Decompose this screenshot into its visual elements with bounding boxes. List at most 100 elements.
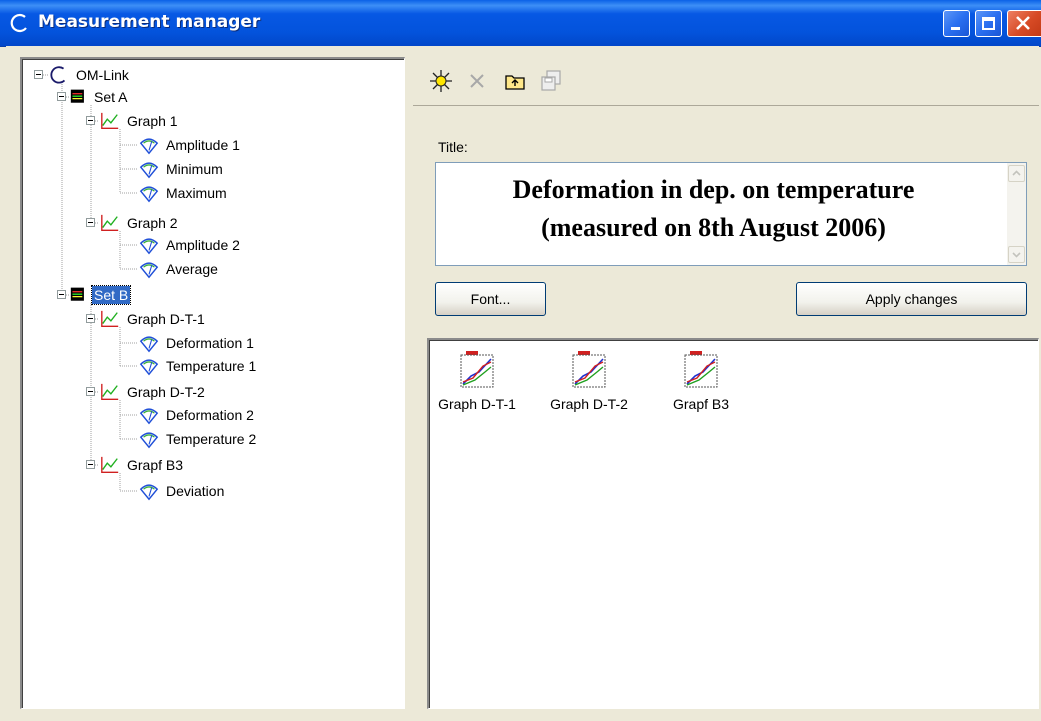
delete-button[interactable] [463,67,491,95]
tree-channel-label: Temperature 2 [166,431,257,447]
tree-channel-label: Deformation 1 [166,335,254,351]
font-button[interactable]: Font... [435,282,546,316]
scroll-down-button[interactable] [1008,246,1025,263]
arrow-up-icon [1012,170,1021,176]
client-area: OM-Link Set A Graph 1 Amplitude 1 Minimu… [6,46,1039,719]
new-icon [430,70,452,92]
scroll-up-button[interactable] [1008,165,1025,182]
tree-graph-label: Graph D-T-2 [127,384,205,400]
collapse-toggle[interactable] [86,218,95,227]
graph-icon [101,112,119,129]
gauge-icon [139,336,159,353]
title-line-1: Deformation in dep. on temperature [512,175,915,204]
new-button[interactable] [427,67,455,95]
collapse-toggle[interactable] [86,387,95,396]
tree-channel-label: Amplitude 2 [166,237,240,253]
save-icon [541,70,561,91]
tree-channel[interactable]: Minimum [138,158,225,180]
tree-root[interactable]: OM-Link [48,64,131,86]
vertical-scrollbar[interactable] [1007,163,1026,265]
tree-channel[interactable]: Maximum [138,182,229,204]
arrow-down-icon [1012,252,1021,258]
measurement-tree[interactable]: OM-Link Set A Graph 1 Amplitude 1 Minimu… [20,57,405,709]
graph-chart-icon [572,351,606,388]
tree-channel-label: Minimum [166,161,223,177]
graph-item-label: Grapf B3 [672,396,730,412]
tree-channel[interactable]: Deviation [138,480,226,502]
delete-icon [470,74,484,88]
tree-set-b[interactable]: Set B [70,284,132,306]
apply-changes-label: Apply changes [865,291,958,307]
tree-set-a[interactable]: Set A [70,86,129,108]
tree-channel[interactable]: Temperature 2 [138,428,258,450]
graph-icon [101,383,119,400]
title-bar[interactable]: Measurement manager [0,0,1041,47]
tree-channel-label: Maximum [166,185,227,201]
close-icon [1016,16,1030,30]
graph-list[interactable]: Graph D-T-1 Graph D-T-2 Grapf B3 [427,338,1039,709]
gauge-icon [139,238,159,255]
maximize-button[interactable] [975,10,1002,37]
details-pane: Title: Deformation in dep. on temperatur… [413,57,1039,709]
tree-channel-label: Deformation 2 [166,407,254,423]
close-button[interactable] [1007,10,1041,37]
collapse-toggle[interactable] [34,70,43,79]
tree-channel-label: Temperature 1 [166,358,257,374]
gauge-icon [139,484,159,501]
tree-set-label: Set B [90,285,132,305]
title-field-label: Title: [438,139,468,155]
graph-icon [101,456,119,473]
graph-list-item[interactable]: Graph D-T-1 [429,350,525,412]
gauge-icon [139,359,159,376]
graph-item-label: Graph D-T-1 [438,396,516,412]
gauge-icon [139,162,159,179]
tree-channel[interactable]: Amplitude 2 [138,234,242,256]
graph-item-label: Graph D-T-2 [550,396,628,412]
tree-graph[interactable]: Grapf B3 [99,454,185,476]
tree-root-label: OM-Link [76,67,129,83]
gauge-icon [139,432,159,449]
tree-channel-label: Average [166,261,218,277]
gauge-icon [139,262,159,279]
up-folder-icon [505,75,525,90]
tree-channel[interactable]: Amplitude 1 [138,134,242,156]
maximize-icon [982,17,995,30]
collapse-toggle[interactable] [86,116,95,125]
font-button-label: Font... [470,291,511,307]
tree-graph[interactable]: Graph D-T-2 [99,381,207,403]
graph-icon [101,310,119,327]
graph-chart-icon [460,351,494,388]
collapse-toggle[interactable] [86,314,95,323]
collapse-toggle[interactable] [57,290,66,299]
apply-changes-button[interactable]: Apply changes [796,282,1027,316]
tree-channel-label: Deviation [166,483,225,499]
tree-graph[interactable]: Graph 2 [99,212,180,234]
tree-channel[interactable]: Average [138,258,220,280]
tree-channel-label: Amplitude 1 [166,137,240,153]
tree-channel[interactable]: Temperature 1 [138,355,258,377]
tree-graph[interactable]: Graph 1 [99,110,180,132]
collapse-toggle[interactable] [86,460,95,469]
graph-list-item[interactable]: Grapf B3 [653,350,749,412]
tree-channel[interactable]: Deformation 2 [138,404,256,426]
title-line-2: (measured on 8th August 2006) [541,213,886,242]
window-title: Measurement manager [38,12,261,32]
tree-channel[interactable]: Deformation 1 [138,332,256,354]
set-icon [70,89,84,103]
toolbar [413,57,1039,106]
graph-chart-icon [684,351,718,388]
gauge-icon [139,138,159,155]
collapse-toggle[interactable] [57,92,66,101]
set-icon [70,287,84,301]
om-link-icon [50,66,66,84]
minimize-button[interactable] [943,10,970,37]
up-folder-button[interactable] [501,67,529,95]
save-button[interactable] [537,67,565,95]
title-textarea[interactable]: Deformation in dep. on temperature (meas… [435,162,1027,266]
graph-icon [101,214,119,231]
tree-graph[interactable]: Graph D-T-1 [99,308,207,330]
om-link-icon [10,13,27,33]
gauge-icon [139,186,159,203]
graph-list-item[interactable]: Graph D-T-2 [541,350,637,412]
minimize-icon [951,27,960,30]
